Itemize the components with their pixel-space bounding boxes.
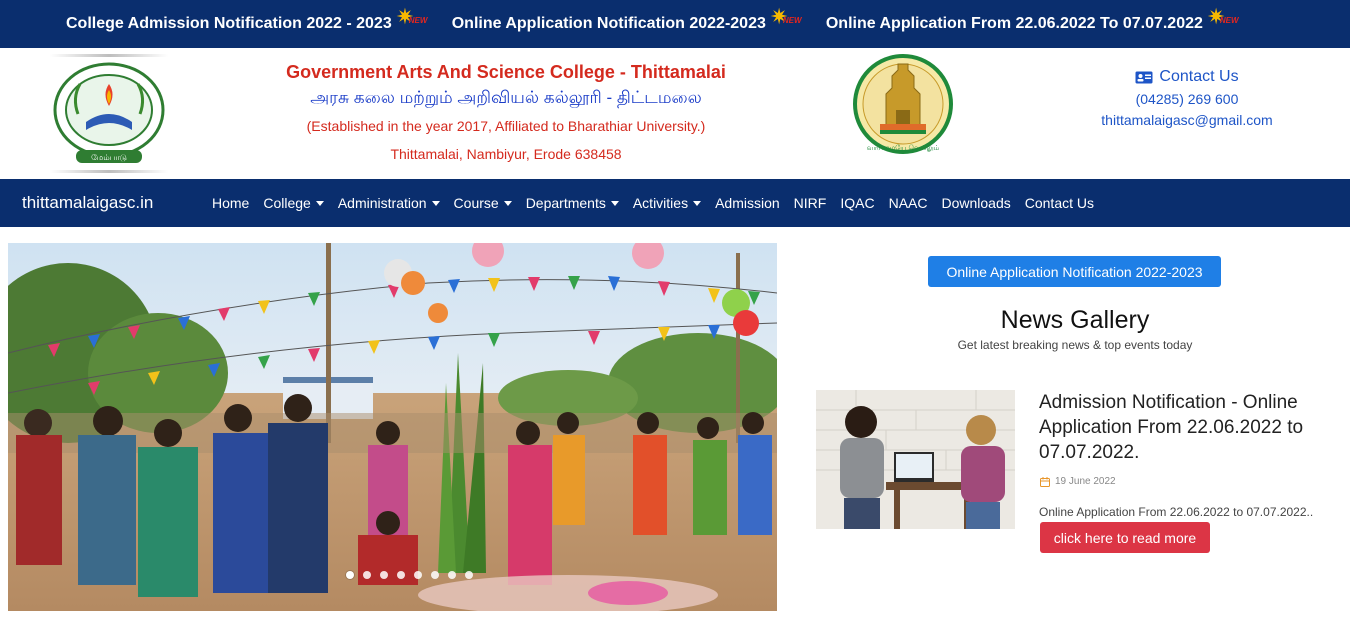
college-title-block: Government Arts And Science College - Th… [246, 62, 766, 162]
ticker-item[interactable]: Online Application From 22.06.2022 To 07… [826, 6, 1241, 33]
nav-menu: Home College Administration Course Depar… [212, 195, 1094, 211]
nav-label: Home [212, 195, 250, 211]
nav-label: Departments [525, 195, 606, 211]
carousel-dot[interactable] [380, 571, 388, 579]
carousel-dot[interactable] [431, 571, 439, 579]
read-more-button[interactable]: click here to read more [1040, 522, 1210, 553]
ticker-item[interactable]: College Admission Notification 2022 - 20… [66, 6, 430, 33]
carousel-dot[interactable] [346, 571, 354, 579]
college-name-tamil: அரசு கலை மற்றும் அறிவியல் கல்லூரி - திட்… [310, 88, 702, 107]
ticker-item[interactable]: Online Application Notification 2022-202… [452, 6, 804, 33]
new-badge-icon: ✷ NEW [395, 4, 428, 29]
new-badge-icon: ✷ NEW [769, 4, 802, 29]
svg-text:வாய்மையே வெல்லும்: வாய்மையே வெல்லும் [867, 144, 940, 152]
caret-down-icon [610, 201, 619, 206]
college-established: (Established in the year 2017, Affiliate… [306, 118, 706, 134]
contact-card-icon [1135, 71, 1153, 83]
contact-title[interactable]: Contact Us [1082, 68, 1292, 86]
carousel-dot[interactable] [465, 571, 473, 579]
college-name: Government Arts And Science College - Th… [286, 62, 726, 82]
contact-title-label: Contact Us [1159, 68, 1239, 85]
news-thumbnail[interactable] [816, 390, 1015, 529]
caret-down-icon [693, 201, 702, 206]
college-logo[interactable]: மேம்பாடு [46, 54, 172, 174]
nav-item-contact-us[interactable]: Contact Us [1025, 195, 1094, 211]
ticker-text[interactable]: College Admission Notification 2022 - 20… [66, 15, 392, 33]
ticker-text[interactable]: Online Application Notification 2022-202… [452, 15, 766, 33]
nav-label: Activities [632, 195, 689, 211]
ticker-text[interactable]: Online Application From 22.06.2022 To 07… [826, 15, 1203, 33]
nav-item-course[interactable]: Course [454, 195, 512, 211]
notification-ticker: College Admission Notification 2022 - 20… [0, 0, 1350, 48]
main-navbar: thittamalaigasc.in Home College Administ… [0, 179, 1350, 227]
site-brand[interactable]: thittamalaigasc.in [22, 193, 212, 213]
nav-item-nirf[interactable]: NIRF [794, 195, 827, 211]
carousel-dot[interactable] [448, 571, 456, 579]
news-excerpt: Online Application From 22.06.2022 to 07… [1039, 505, 1314, 519]
nav-label: IQAC [840, 195, 875, 211]
news-gallery-subtitle: Get latest breaking news & top events to… [957, 338, 1193, 352]
tamilnadu-emblem: வாய்மையே வெல்லும் [850, 54, 956, 158]
nav-label: Downloads [941, 195, 1011, 211]
contact-phone[interactable]: (04285) 269 600 [1082, 91, 1292, 107]
news-gallery-title: News Gallery [1000, 306, 1150, 334]
nav-item-downloads[interactable]: Downloads [941, 195, 1010, 211]
nav-label: College [263, 195, 311, 211]
contact-email[interactable]: thittamalaigasc@gmail.com [1082, 112, 1292, 128]
news-date: 19 June 2022 [1040, 476, 1116, 487]
news-date-text: 19 June 2022 [1055, 476, 1116, 487]
new-badge-icon: ✷ NEW [1206, 4, 1239, 29]
calendar-icon [1040, 476, 1050, 487]
nav-label: Contact Us [1024, 195, 1094, 211]
college-address: Thittamalai, Nambiyur, Erode 638458 [390, 146, 622, 162]
nav-item-activities[interactable]: Activities [632, 195, 702, 211]
hero-carousel[interactable] [8, 243, 777, 611]
carousel-dot[interactable] [363, 571, 371, 579]
nav-item-departments[interactable]: Departments [526, 195, 619, 211]
nav-item-iqac[interactable]: IQAC [840, 195, 874, 211]
nav-label: Admission [715, 195, 780, 211]
nav-label: Course [453, 195, 499, 211]
online-application-button[interactable]: Online Application Notification 2022-202… [928, 256, 1221, 287]
caret-down-icon [503, 201, 512, 206]
caret-down-icon [315, 201, 324, 206]
nav-label: Administration [337, 195, 427, 211]
nav-item-home[interactable]: Home [212, 195, 249, 211]
nav-label: NIRF [793, 195, 827, 211]
caret-down-icon [431, 201, 440, 206]
carousel-dot[interactable] [414, 571, 422, 579]
svg-text:மேம்பாடு: மேம்பாடு [91, 153, 127, 162]
nav-item-naac[interactable]: NAAC [889, 195, 928, 211]
news-headline[interactable]: Admission Notification - Online Applicat… [1039, 390, 1339, 465]
carousel-indicators [346, 571, 473, 579]
nav-item-administration[interactable]: Administration [338, 195, 440, 211]
contact-block: Contact Us (04285) 269 600 thittamalaiga… [1082, 68, 1292, 128]
carousel-dot[interactable] [397, 571, 405, 579]
hero-slide-image [8, 243, 777, 611]
nav-item-college[interactable]: College [263, 195, 324, 211]
nav-label: NAAC [888, 195, 928, 211]
site-header: மேம்பாடு Government Arts And Science Col… [0, 48, 1350, 179]
nav-item-admission[interactable]: Admission [715, 195, 780, 211]
